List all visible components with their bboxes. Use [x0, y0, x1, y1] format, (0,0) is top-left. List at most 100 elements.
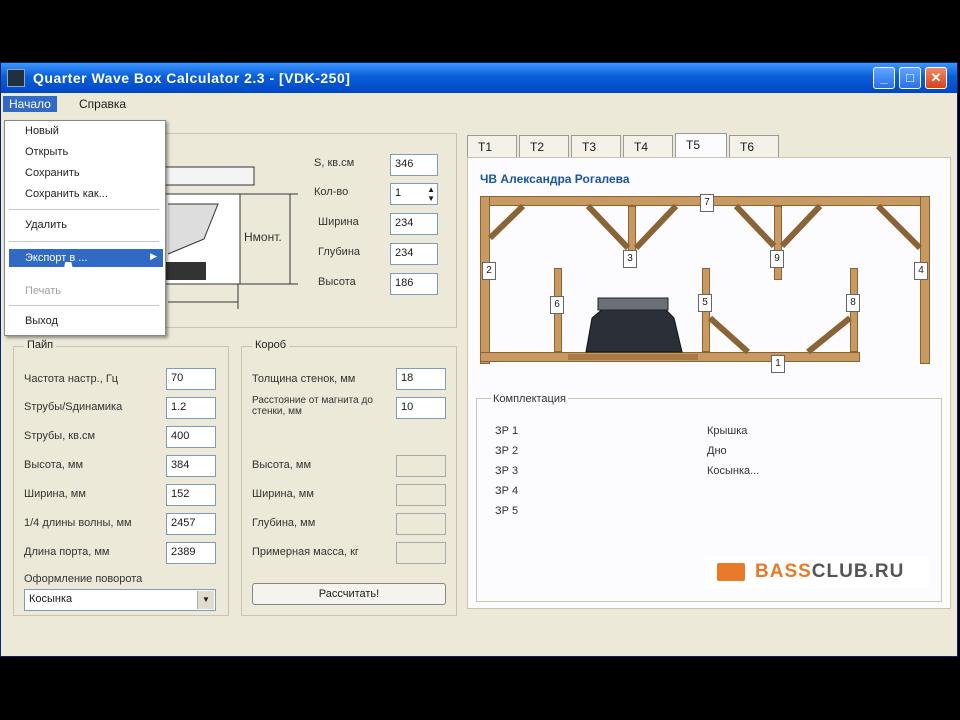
wall-field[interactable]: 18 [396, 368, 446, 390]
marker-6: 6 [550, 296, 564, 314]
pipe-height-field[interactable]: 384 [166, 455, 216, 477]
marker-3: 3 [623, 250, 637, 268]
menu-new[interactable]: Новый [25, 125, 59, 137]
tab-t5[interactable]: T5 [675, 133, 727, 157]
menu-help[interactable]: Справка [73, 96, 132, 112]
s-field[interactable]: 346 [390, 154, 438, 176]
component-lid: Крышка [707, 425, 748, 437]
component-row-4: ЗР 4 [495, 485, 519, 497]
box-depth-label: Глубина, мм [252, 517, 316, 529]
menu-exit[interactable]: Выход [25, 315, 58, 327]
width-field[interactable]: 234 [390, 213, 438, 235]
marker-1: 1 [771, 355, 785, 373]
turn-shape-value: Косынка [29, 593, 73, 605]
gap-field[interactable]: 10 [396, 397, 446, 419]
box-width-label: Ширина, мм [252, 488, 314, 500]
s-label: S, кв.см [314, 157, 355, 169]
turn-shape-select[interactable]: Косынка ▼ [24, 589, 216, 611]
pipe-width-field[interactable]: 152 [166, 484, 216, 506]
minimize-button[interactable]: _ [873, 67, 895, 89]
app-icon [7, 69, 25, 87]
pipe-height-label: Высота, мм [24, 459, 84, 471]
count-stepper[interactable]: 1 ▲ ▼ [390, 183, 438, 205]
box-group-title: Короб [252, 339, 290, 351]
mount-height-label: Hмонт. [244, 230, 282, 244]
depth-label: Глубина [318, 246, 361, 258]
tab-t1[interactable]: T1 [467, 135, 517, 157]
count-label: Кол-во [314, 186, 349, 198]
menu-file[interactable]: Начало [3, 96, 57, 112]
menu-export-highlighted[interactable]: Экспорт в ... ▶ [9, 249, 163, 267]
tuning-field[interactable]: 70 [166, 368, 216, 390]
menu-save[interactable]: Сохранить [25, 167, 80, 179]
pipe-group-title: Пайп [24, 339, 57, 351]
count-value: 1 [395, 187, 402, 199]
box-width-field [396, 484, 446, 506]
speaker-logo-icon [717, 563, 745, 581]
pipe-group: Пайп Частота настр., Гц 70 Sтрубы/Sдинам… [13, 339, 229, 616]
menu-separator [9, 209, 159, 210]
menu-delete[interactable]: Удалить [25, 219, 67, 231]
menu-save-as[interactable]: Сохранить как... [25, 188, 108, 200]
box-height-label: Высота, мм [252, 459, 312, 471]
height-label: Высота [318, 276, 356, 288]
mass-label: Примерная масса, кг [252, 546, 359, 558]
height-field[interactable]: 186 [390, 273, 438, 295]
area-field[interactable]: 400 [166, 426, 216, 448]
turn-shape-label: Оформление поворота [24, 573, 143, 585]
quarter-wave-label: 1/4 длины волны, мм [24, 517, 132, 529]
spin-arrows-icon[interactable]: ▲ ▼ [427, 185, 435, 203]
depth-field[interactable]: 234 [390, 243, 438, 265]
tab-content: ЧВ Александра Рогалева 1 2 3 4 5 6 7 8 9… [467, 157, 951, 609]
component-row-1: ЗР 1 [495, 425, 519, 437]
component-bottom: Дно [707, 445, 727, 457]
box-group: Короб Толщина стенок, мм 18 Расстояние о… [241, 339, 457, 616]
box-height-field [396, 455, 446, 477]
components-title: Комплектация [491, 393, 568, 405]
menu-separator [9, 241, 159, 242]
bassclub-logo: BASSCLUB.RU [705, 556, 929, 588]
area-label: Sтрубы, кв.см [24, 430, 96, 442]
pipe-width-label: Ширина, мм [24, 488, 86, 500]
close-button[interactable]: ✕ [925, 67, 947, 89]
menu-export: Экспорт в ... [25, 252, 88, 264]
window-title: Quarter Wave Box Calculator 2.3 - [VDK-2… [33, 70, 351, 86]
marker-5: 5 [698, 294, 712, 312]
chevron-down-icon[interactable]: ▼ [197, 591, 214, 609]
ratio-label: Sтрубы/Sдинамика [24, 401, 123, 413]
tab-t2[interactable]: T2 [519, 135, 569, 157]
width-label: Ширина [318, 216, 359, 228]
mouse-cursor-icon [62, 262, 78, 276]
mass-field [396, 542, 446, 564]
port-length-field[interactable]: 2389 [166, 542, 216, 564]
maximize-button[interactable]: □ [899, 67, 921, 89]
marker-7: 7 [700, 194, 714, 212]
bracing-lines [487, 203, 923, 360]
gap-label: Расстояние от магнита до стенки, мм [252, 395, 373, 417]
menu-bar: Начало Справка [1, 93, 957, 115]
menu-separator [9, 305, 159, 306]
logo-text: BASSCLUB.RU [755, 561, 905, 582]
marker-8: 8 [846, 294, 860, 312]
marker-2: 2 [482, 262, 496, 280]
ratio-field[interactable]: 1.2 [166, 397, 216, 419]
component-gusset: Косынка... [707, 465, 760, 477]
tab-t3[interactable]: T3 [571, 135, 621, 157]
menu-print: Печать [25, 285, 62, 297]
tab-t6[interactable]: T6 [729, 135, 779, 157]
wall-label: Толщина стенок, мм [252, 373, 356, 385]
tuning-label: Частота настр., Гц [24, 373, 119, 385]
port-length-label: Длина порта, мм [24, 546, 110, 558]
marker-9: 9 [770, 250, 784, 268]
component-row-2: ЗР 2 [495, 445, 519, 457]
calculate-button[interactable]: Рассчитать! [252, 583, 446, 605]
quarter-wave-field[interactable]: 2457 [166, 513, 216, 535]
component-row-3: ЗР 3 [495, 465, 519, 477]
box-depth-field [396, 513, 446, 535]
tab-t4[interactable]: T4 [623, 135, 673, 157]
component-row-5: ЗР 5 [495, 505, 519, 517]
submenu-arrow-icon: ▶ [150, 251, 157, 261]
marker-4: 4 [914, 262, 928, 280]
menu-open[interactable]: Открыть [25, 146, 68, 158]
title-bar[interactable]: Quarter Wave Box Calculator 2.3 - [VDK-2… [1, 63, 957, 93]
